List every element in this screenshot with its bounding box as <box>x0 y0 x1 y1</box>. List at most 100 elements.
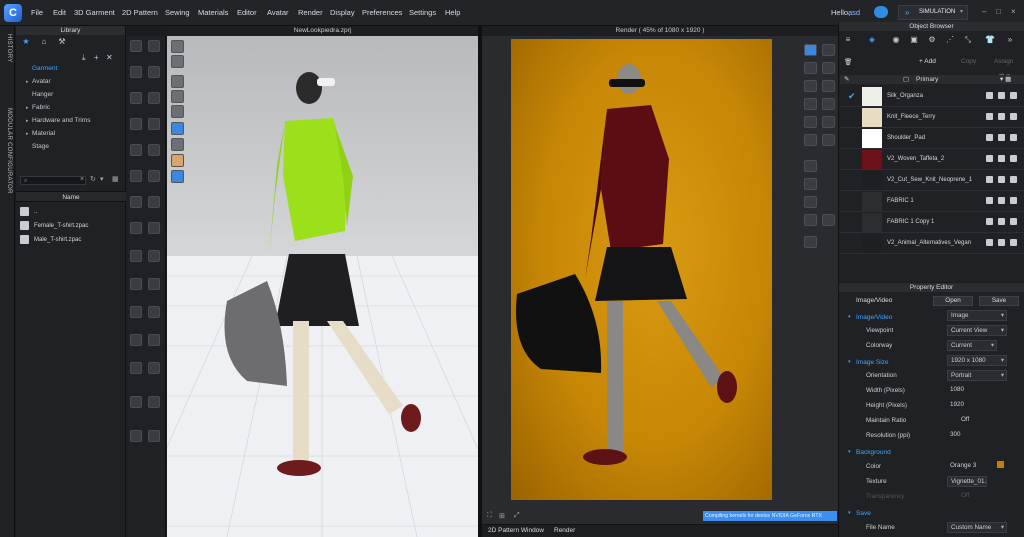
list-item[interactable]: V2_Woven_Taffeta_2 <box>840 149 1024 170</box>
orientation-select[interactable]: Portrait ▾ <box>947 370 1007 381</box>
avatar-skin-icon[interactable] <box>171 154 184 167</box>
measurement-icon[interactable] <box>130 334 142 346</box>
edit-texture-icon[interactable] <box>130 196 142 208</box>
add-icon[interactable] <box>986 239 993 246</box>
select-tool-icon[interactable] <box>130 40 142 52</box>
garment-display-icon[interactable] <box>171 55 184 68</box>
transparency-checkbox[interactable]: Off <box>947 491 1007 502</box>
refresh-icon[interactable]: ↻ <box>90 175 96 183</box>
mode-selector[interactable]: » SIMULATION ▾ <box>898 5 968 20</box>
avatar-tool-icon[interactable] <box>130 306 142 318</box>
button-tool-icon[interactable] <box>148 222 160 234</box>
measure-tool-icon[interactable] <box>130 278 142 290</box>
tree-item-fabric[interactable]: ▸ Fabric <box>16 104 126 111</box>
menu-edit[interactable]: Edit <box>53 8 66 17</box>
open-button[interactable]: Open <box>933 296 973 306</box>
viewpoint-select[interactable]: Current View ▾ <box>947 325 1007 336</box>
pose-tool-icon[interactable] <box>148 362 160 374</box>
snapshot-icon[interactable] <box>804 116 817 128</box>
arrangement-point-icon[interactable] <box>148 306 160 318</box>
tape-tool-icon[interactable] <box>148 278 160 290</box>
tab-render[interactable]: Render <box>554 527 575 534</box>
lighting-icon[interactable] <box>171 170 184 183</box>
brush-tool-icon[interactable] <box>130 396 142 408</box>
expand-arrow-icon[interactable]: ▸ <box>26 79 29 85</box>
menu-3d-garment[interactable]: 3D Garment <box>74 8 115 17</box>
transform-tool-icon[interactable] <box>130 66 142 78</box>
tree-item-hardware[interactable]: ▸ Hardware and Trims <box>16 117 126 124</box>
delete-icon[interactable] <box>1010 176 1017 183</box>
star-icon[interactable]: ★ <box>20 36 32 47</box>
avatar-3d-figure[interactable] <box>167 26 478 537</box>
expand-icon[interactable]: ⤢ <box>514 512 520 520</box>
puckering-icon[interactable] <box>148 250 160 262</box>
graphic-tab-icon[interactable]: ▣ <box>907 33 921 47</box>
add-icon[interactable] <box>986 176 993 183</box>
batch-render-icon[interactable] <box>804 178 817 190</box>
list-item[interactable]: V2_Cut_Sew_Knit_Neoprene_1 <box>840 170 1024 191</box>
arrangement-icon[interactable] <box>130 118 142 130</box>
edit-pattern-icon[interactable] <box>148 92 160 104</box>
cut-tool-icon[interactable] <box>130 430 142 442</box>
zoom-fit-icon[interactable]: ⊞ <box>499 512 505 520</box>
list-item[interactable]: Shoulder_Pad <box>840 128 1024 149</box>
save-button[interactable]: Save <box>979 296 1019 306</box>
delete-icon[interactable]: 🗑 <box>844 58 852 66</box>
grid-view-icon[interactable]: ▦ <box>112 175 119 183</box>
turntable-icon[interactable] <box>804 134 817 146</box>
add-folder-icon[interactable]: + <box>94 53 99 62</box>
close-button[interactable]: × <box>1011 7 1016 16</box>
minimize-button[interactable]: – <box>982 7 986 16</box>
seam-tool-icon[interactable] <box>148 144 160 156</box>
animation-icon[interactable] <box>804 196 817 208</box>
mesh-display-icon[interactable] <box>171 90 184 103</box>
file-name-select[interactable]: Custom Name ▾ <box>947 522 1007 533</box>
button-tab-icon[interactable]: ◉ <box>889 33 903 47</box>
tree-item-avatar[interactable]: ▸ Avatar <box>16 78 126 85</box>
list-item[interactable]: Female_T-shirt.zpac <box>20 221 88 230</box>
image-size-select[interactable]: 1920 x 1080 ▾ <box>947 355 1007 366</box>
image-video-select[interactable]: Image ▾ <box>947 310 1007 321</box>
copy-icon[interactable] <box>998 197 1005 204</box>
sewing-tool-icon[interactable] <box>130 144 142 156</box>
assign-button[interactable]: Assign <box>994 58 1014 65</box>
download-icon[interactable]: ⤓ <box>82 53 86 63</box>
user-name[interactable]: asd <box>848 8 860 17</box>
scene-icon[interactable] <box>804 214 817 226</box>
tree-item-material[interactable]: ▸ Material <box>16 130 126 137</box>
delete-icon[interactable] <box>1010 134 1017 141</box>
copy-icon[interactable] <box>998 134 1005 141</box>
zipper-tool-icon[interactable] <box>130 250 142 262</box>
hair-tool-icon[interactable] <box>148 396 160 408</box>
list-item[interactable]: FABRIC 1 <box>840 191 1024 212</box>
delete-icon[interactable] <box>1010 155 1017 162</box>
texture-display-icon[interactable] <box>171 75 184 88</box>
3d-viewport[interactable] <box>167 26 478 537</box>
add-icon[interactable] <box>986 218 993 225</box>
sort-icon[interactable]: ▾ <box>100 175 104 183</box>
tree-item-stage[interactable]: Stage <box>16 143 126 150</box>
image-save-icon[interactable] <box>804 98 817 110</box>
zipper-tab-icon[interactable]: ⤡ <box>961 33 975 47</box>
tack-tool-icon[interactable] <box>130 170 142 182</box>
circumference-icon[interactable] <box>148 334 160 346</box>
delete-icon[interactable] <box>1010 113 1017 120</box>
menu-display[interactable]: Display <box>330 8 355 17</box>
expand-arrow-icon[interactable]: ▸ <box>26 131 29 137</box>
group-primary[interactable]: ✎ ▢ Primary ▾ ▦ <box>840 75 1024 84</box>
expand-arrow-icon[interactable]: ▸ <box>26 118 29 124</box>
tree-item-hanger[interactable]: Hanger <box>16 91 126 98</box>
render-image[interactable] <box>511 39 772 500</box>
sort-icon[interactable]: ▾ ▦ <box>1000 75 1011 84</box>
menu-preferences[interactable]: Preferences <box>362 8 402 17</box>
width-input[interactable]: 1080 <box>947 385 1007 396</box>
clear-search-icon[interactable]: × <box>80 176 84 183</box>
copy-icon[interactable] <box>998 92 1005 99</box>
delete-icon[interactable] <box>1010 92 1017 99</box>
copy-button[interactable]: Copy <box>961 58 976 65</box>
tools-icon[interactable]: ⚒ <box>56 36 68 47</box>
render-property-icon[interactable] <box>804 62 817 74</box>
height-input[interactable]: 1920 <box>947 400 1007 411</box>
show-strain-icon[interactable] <box>171 138 184 151</box>
settings-icon[interactable] <box>804 236 817 248</box>
